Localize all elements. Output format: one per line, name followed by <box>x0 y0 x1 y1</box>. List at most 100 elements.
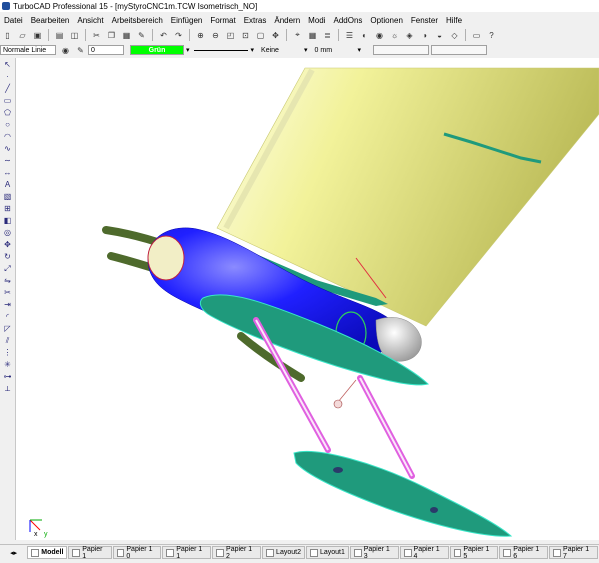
array-icon[interactable]: ⋮ <box>2 347 13 358</box>
menu-einfuegen[interactable]: Einfügen <box>171 16 203 25</box>
menu-addons[interactable]: AddOns <box>334 16 363 25</box>
eye-icon[interactable]: ◉ <box>59 44 72 57</box>
shade-icon[interactable]: ◒ <box>433 29 446 42</box>
tab-layout2[interactable]: Layout2 <box>262 546 305 559</box>
model-view[interactable]: x y <box>16 58 599 540</box>
tab-papier-1-4[interactable]: Papier 1 4 <box>399 546 449 560</box>
hide-icon[interactable]: ◑ <box>418 29 431 42</box>
tab-nav-arrows[interactable]: ◂▸ <box>0 547 27 558</box>
zoom-window-icon[interactable]: ◰ <box>224 29 237 42</box>
empty-select-2[interactable] <box>431 45 488 55</box>
rotate-icon[interactable]: ↻ <box>2 251 13 262</box>
empty-select-1[interactable] <box>373 45 430 55</box>
tab-papier-1-1[interactable]: Papier 1 1 <box>162 546 212 560</box>
menu-bearbeiten[interactable]: Bearbeiten <box>31 16 70 25</box>
measure-icon[interactable]: ⟂ <box>2 383 13 394</box>
mirror-icon[interactable]: ⇋ <box>2 275 13 286</box>
hatch-icon[interactable]: ▧ <box>2 191 13 202</box>
insert-icon[interactable]: ⊞ <box>2 203 13 214</box>
menu-modi[interactable]: Modi <box>308 16 325 25</box>
pan-icon[interactable]: ✥ <box>269 29 282 42</box>
text-icon[interactable]: A <box>2 179 13 190</box>
material-icon[interactable]: ◈ <box>403 29 416 42</box>
linepattern-preview[interactable] <box>193 49 248 51</box>
trim-icon[interactable]: ✂ <box>2 287 13 298</box>
zoom-all-icon[interactable]: ⊡ <box>239 29 252 42</box>
chevron-down-icon[interactable]: ▾ <box>304 46 308 54</box>
tab-layout1[interactable]: Layout1 <box>305 546 349 559</box>
scale-icon[interactable]: ⤢ <box>2 263 13 274</box>
fillet-icon[interactable]: ◜ <box>2 311 13 322</box>
spline-icon[interactable]: ∼ <box>2 155 13 166</box>
wireframe-icon[interactable]: ◇ <box>448 29 461 42</box>
chevron-down-icon[interactable]: ▾ <box>251 46 255 54</box>
layers-icon[interactable]: ≣ <box>321 29 334 42</box>
circle-icon[interactable]: ○ <box>2 119 13 130</box>
copy-icon[interactable]: ❐ <box>105 29 118 42</box>
select-icon[interactable]: ↖ <box>2 59 13 70</box>
light-icon[interactable]: ☼ <box>388 29 401 42</box>
tab-papier-1-2[interactable]: Papier 1 2 <box>212 546 262 560</box>
menu-extras[interactable]: Extras <box>244 16 267 25</box>
color-select[interactable]: Grün <box>130 45 184 55</box>
menu-aendern[interactable]: Ändern <box>274 16 300 25</box>
zoom-extents-icon[interactable]: ▢ <box>254 29 267 42</box>
menu-fenster[interactable]: Fenster <box>411 16 438 25</box>
menu-format[interactable]: Format <box>210 16 235 25</box>
tab-papier-1-6[interactable]: Papier 1 6 <box>499 546 549 560</box>
menu-arbeitsbereich[interactable]: Arbeitsbereich <box>112 16 163 25</box>
point-icon[interactable]: · <box>2 71 13 82</box>
dimension-icon[interactable]: ↔ <box>2 167 13 178</box>
print-icon[interactable]: ▤ <box>53 29 66 42</box>
layer-select[interactable]: 0 <box>88 45 124 55</box>
paste-icon[interactable]: ▦ <box>120 29 133 42</box>
layer-icon[interactable]: ✎ <box>74 44 87 57</box>
linestyle-select[interactable]: Normale Linie <box>0 45 56 55</box>
symbol-icon[interactable]: ◎ <box>2 227 13 238</box>
tab-papier-1-0[interactable]: Papier 1 0 <box>112 546 162 560</box>
undo-icon[interactable]: ↶ <box>157 29 170 42</box>
menu-optionen[interactable]: Optionen <box>370 16 402 25</box>
redo-icon[interactable]: ↷ <box>172 29 185 42</box>
zoom-in-icon[interactable]: ⊕ <box>194 29 207 42</box>
chevron-down-icon[interactable]: ▾ <box>186 46 190 54</box>
menu-datei[interactable]: Datei <box>4 16 23 25</box>
view-icon[interactable]: ▭ <box>470 29 483 42</box>
menu-ansicht[interactable]: Ansicht <box>77 16 103 25</box>
block-icon[interactable]: ◧ <box>2 215 13 226</box>
line-icon[interactable]: ╱ <box>2 83 13 94</box>
tab-papier-1-3[interactable]: Papier 1 3 <box>349 546 399 560</box>
snap-icon[interactable]: ⌖ <box>291 29 304 42</box>
explode-icon[interactable]: ✳ <box>2 359 13 370</box>
render-icon[interactable]: ◐ <box>358 29 371 42</box>
pattern-select[interactable]: Keine <box>258 45 302 55</box>
new-icon[interactable]: ▯ <box>1 29 14 42</box>
help-icon[interactable]: ? <box>485 29 498 42</box>
join-icon[interactable]: ⊶ <box>2 371 13 382</box>
tab-papier-1[interactable]: Papier 1 <box>68 546 112 560</box>
extend-icon[interactable]: ⇥ <box>2 299 13 310</box>
rectangle-icon[interactable]: ▭ <box>2 95 13 106</box>
grid-icon[interactable]: ▦ <box>306 29 319 42</box>
camera-icon[interactable]: ◉ <box>373 29 386 42</box>
format-painter-icon[interactable]: ✎ <box>135 29 148 42</box>
offset-icon[interactable]: ⫽ <box>2 335 13 346</box>
move-icon[interactable]: ✥ <box>2 239 13 250</box>
save-icon[interactable]: ▣ <box>31 29 44 42</box>
zoom-out-icon[interactable]: ⊖ <box>209 29 222 42</box>
width-select[interactable]: 0 mm <box>312 45 356 55</box>
polygon-icon[interactable]: ⬠ <box>2 107 13 118</box>
tab-papier-1-5[interactable]: Papier 1 5 <box>449 546 499 560</box>
curve-icon[interactable]: ∿ <box>2 143 13 154</box>
cut-icon[interactable]: ✂ <box>90 29 103 42</box>
chevron-down-icon[interactable]: ▾ <box>358 46 362 54</box>
preview-icon[interactable]: ◫ <box>68 29 81 42</box>
tab-papier-1-7[interactable]: Papier 1 7 <box>549 546 599 560</box>
properties-icon[interactable]: ☰ <box>343 29 356 42</box>
open-icon[interactable]: ▱ <box>16 29 29 42</box>
chamfer-icon[interactable]: ◸ <box>2 323 13 334</box>
drawing-canvas[interactable]: x y <box>16 58 599 540</box>
tab-modell[interactable]: Modell <box>27 546 68 559</box>
arc-icon[interactable]: ◠ <box>2 131 13 142</box>
menu-hilfe[interactable]: Hilfe <box>446 16 462 25</box>
